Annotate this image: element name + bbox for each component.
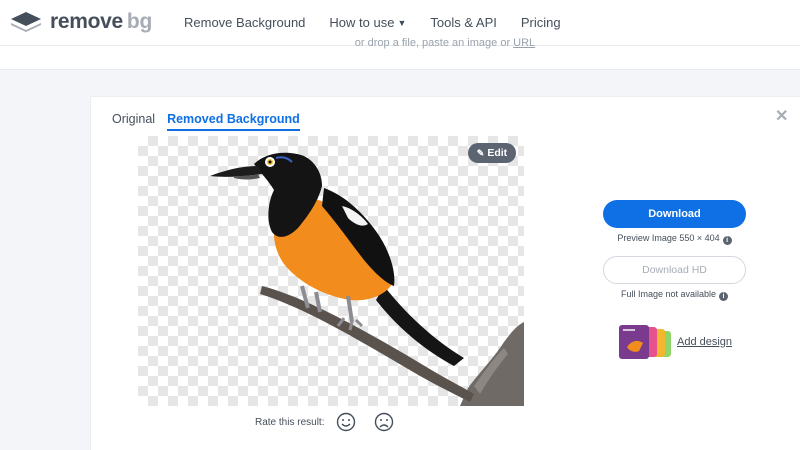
result-preview-image [138, 136, 524, 406]
full-image-info: Full Image not available i [603, 289, 746, 301]
add-design: Add design [619, 325, 732, 359]
smile-icon[interactable] [336, 412, 356, 432]
add-design-link[interactable]: Add design [677, 336, 732, 348]
nav-how-to-use[interactable]: How to use ▼ [329, 15, 406, 30]
divider [0, 69, 800, 70]
frown-icon[interactable] [374, 412, 394, 432]
drop-hint: or drop a file, paste an image or URL [354, 37, 536, 49]
rate-result: Rate this result: [255, 412, 412, 432]
chevron-down-icon: ▼ [397, 18, 407, 28]
info-icon[interactable]: i [722, 236, 732, 245]
nav-remove-background[interactable]: Remove Background [184, 15, 305, 30]
tab-removed-background[interactable]: Removed Background [167, 112, 300, 131]
design-thumbnail-icon[interactable] [619, 325, 671, 359]
preview-size-info: Preview Image 550 × 404 i [603, 233, 746, 245]
tab-original[interactable]: Original [112, 112, 155, 131]
layers-logo-icon [11, 12, 41, 32]
edit-button[interactable]: ✎ Edit [468, 143, 516, 163]
result-tabs: Original Removed Background [112, 112, 312, 131]
download-button[interactable]: Download [603, 200, 746, 228]
info-icon[interactable]: i [719, 292, 729, 301]
pencil-icon: ✎ [476, 147, 485, 158]
nav-pricing[interactable]: Pricing [521, 15, 561, 30]
logo[interactable]: remove bg [10, 9, 152, 35]
download-hd-button[interactable]: Download HD [603, 256, 746, 284]
upload-band [0, 46, 800, 70]
logo-wordmark: remove bg [50, 10, 152, 33]
url-link[interactable]: URL [513, 37, 535, 49]
bird-image [210, 152, 524, 406]
nav-tools-api[interactable]: Tools & API [430, 15, 496, 30]
close-icon[interactable]: ✕ [775, 106, 788, 126]
